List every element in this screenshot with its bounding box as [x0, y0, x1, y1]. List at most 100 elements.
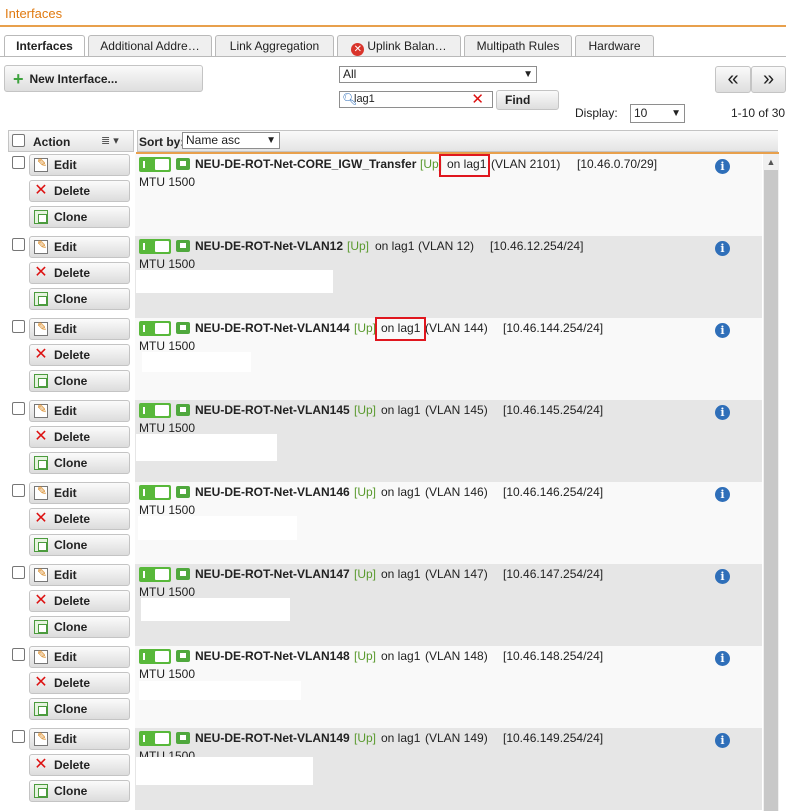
edit-icon [34, 238, 48, 254]
tab-multipath-rules[interactable]: Multipath Rules [464, 35, 572, 56]
edit-button[interactable]: Edit [29, 236, 130, 258]
clone-button[interactable]: Clone [29, 616, 130, 638]
row-checkbox[interactable] [12, 156, 25, 169]
interface-name: NEU-DE-ROT-Net-VLAN147 [195, 567, 350, 581]
scroll-thumb[interactable] [764, 170, 778, 811]
delete-button[interactable]: ✕ Delete [29, 426, 130, 448]
status-toggle[interactable] [139, 403, 171, 418]
interface-vlan: (VLAN 146) [425, 485, 488, 499]
find-button[interactable]: Find [496, 90, 559, 110]
info-icon[interactable]: i [715, 733, 730, 748]
delete-button[interactable]: ✕ Delete [29, 180, 130, 202]
status-toggle[interactable] [139, 239, 171, 254]
clone-button[interactable]: Clone [29, 288, 130, 310]
redacted-area [141, 598, 290, 621]
info-icon[interactable]: i [715, 651, 730, 666]
scroll-up-icon[interactable]: ▲ [763, 154, 779, 170]
tab-interfaces[interactable]: Interfaces [4, 35, 85, 57]
prev-page-button[interactable]: « [715, 66, 751, 93]
edit-button[interactable]: Edit [29, 564, 130, 586]
interface-mtu: MTU 1500 [139, 257, 196, 271]
clone-button[interactable]: Clone [29, 780, 130, 802]
next-page-button[interactable]: » [751, 66, 786, 93]
delete-icon: ✕ [34, 428, 48, 445]
edit-icon [34, 156, 48, 172]
clone-button[interactable]: Clone [29, 206, 130, 228]
info-icon[interactable]: i [715, 323, 730, 338]
clone-icon [34, 620, 48, 634]
scrollbar[interactable]: ▲ [763, 154, 779, 811]
display-select[interactable]: 10 ▼ [630, 104, 685, 123]
info-icon[interactable]: i [715, 487, 730, 502]
delete-button[interactable]: ✕ Delete [29, 754, 130, 776]
vlan-icon [176, 486, 190, 498]
tab-hardware[interactable]: Hardware [575, 35, 654, 56]
status-toggle[interactable] [139, 567, 171, 582]
filter-select[interactable]: All ▼ [339, 66, 537, 83]
interface-row: Edit ✕Delete Clone NEU-DE-ROT-Net-VLAN149 [U… [0, 728, 762, 810]
tab-additional-addresses[interactable]: Additional Addre… [88, 35, 212, 56]
edit-button[interactable]: Edit [29, 318, 130, 340]
clone-button[interactable]: Clone [29, 698, 130, 720]
interface-name: NEU-DE-ROT-Net-VLAN148 [195, 649, 350, 663]
redacted-area [139, 681, 301, 700]
clone-icon [34, 784, 48, 798]
interface-mtu: MTU 1500 [139, 339, 196, 353]
delete-button[interactable]: ✕ Delete [29, 590, 130, 612]
row-checkbox[interactable] [12, 484, 25, 497]
row-checkbox[interactable] [12, 402, 25, 415]
info-icon[interactable]: i [715, 159, 730, 174]
edit-icon [34, 730, 48, 746]
interface-lag: on lag1 [381, 403, 421, 417]
edit-button[interactable]: Edit [29, 646, 130, 668]
column-menu-icon[interactable]: ≣ ▾ [101, 134, 119, 147]
info-icon[interactable]: i [715, 241, 730, 256]
delete-button[interactable]: ✕ Delete [29, 344, 130, 366]
delete-icon: ✕ [34, 756, 48, 773]
clone-button[interactable]: Clone [29, 452, 130, 474]
edit-icon [34, 320, 48, 336]
interface-name: NEU-DE-ROT-Net-CORE_IGW_Transfer [195, 157, 417, 171]
clone-button[interactable]: Clone [29, 370, 130, 392]
interface-lag: on lag1 [375, 239, 415, 253]
interface-vlan: (VLAN 2101) [491, 157, 561, 171]
tab-uplink-balancing[interactable]: ✕ Uplink Balan… [337, 35, 461, 56]
clear-search-icon[interactable]: ✕ [471, 90, 484, 108]
row-checkbox[interactable] [12, 566, 25, 579]
clone-button[interactable]: Clone [29, 534, 130, 556]
status-toggle[interactable] [139, 157, 171, 172]
vlan-icon [176, 322, 190, 334]
delete-button[interactable]: ✕ Delete [29, 672, 130, 694]
info-icon[interactable]: i [715, 405, 730, 420]
interface-address: [10.46.145.254/24] [503, 403, 604, 417]
interface-row: Edit ✕Delete Clone NEU-DE-ROT-Net-VLAN144 [U… [0, 317, 762, 400]
select-all-checkbox[interactable] [12, 134, 25, 147]
interface-mtu: MTU 1500 [139, 585, 196, 599]
new-interface-button[interactable]: + New Interface... [4, 65, 203, 92]
status-toggle[interactable] [139, 649, 171, 664]
status-toggle[interactable] [139, 321, 171, 336]
row-checkbox[interactable] [12, 320, 25, 333]
status-toggle[interactable] [139, 485, 171, 500]
delete-icon: ✕ [34, 674, 48, 691]
status-toggle[interactable] [139, 731, 171, 746]
delete-button[interactable]: ✕ Delete [29, 508, 130, 530]
delete-icon: ✕ [34, 510, 48, 527]
row-checkbox[interactable] [12, 648, 25, 661]
info-icon[interactable]: i [715, 569, 730, 584]
edit-button[interactable]: Edit [29, 728, 130, 750]
interface-vlan: (VLAN 149) [425, 731, 488, 745]
edit-button[interactable]: Edit [29, 400, 130, 422]
vlan-icon [176, 732, 190, 744]
row-checkbox[interactable] [12, 238, 25, 251]
edit-button[interactable]: Edit [29, 154, 130, 176]
sort-select[interactable]: Name asc ▼ [182, 132, 280, 149]
row-checkbox[interactable] [12, 730, 25, 743]
tab-link-aggregation[interactable]: Link Aggregation [215, 35, 334, 56]
search-input[interactable]: 🔍︎ lag1 ✕ [339, 91, 493, 108]
delete-button[interactable]: ✕ Delete [29, 262, 130, 284]
interface-vlan: (VLAN 145) [425, 403, 488, 417]
delete-icon: ✕ [34, 264, 48, 281]
edit-button[interactable]: Edit [29, 482, 130, 504]
chevron-down-icon: ▼ [671, 108, 681, 119]
